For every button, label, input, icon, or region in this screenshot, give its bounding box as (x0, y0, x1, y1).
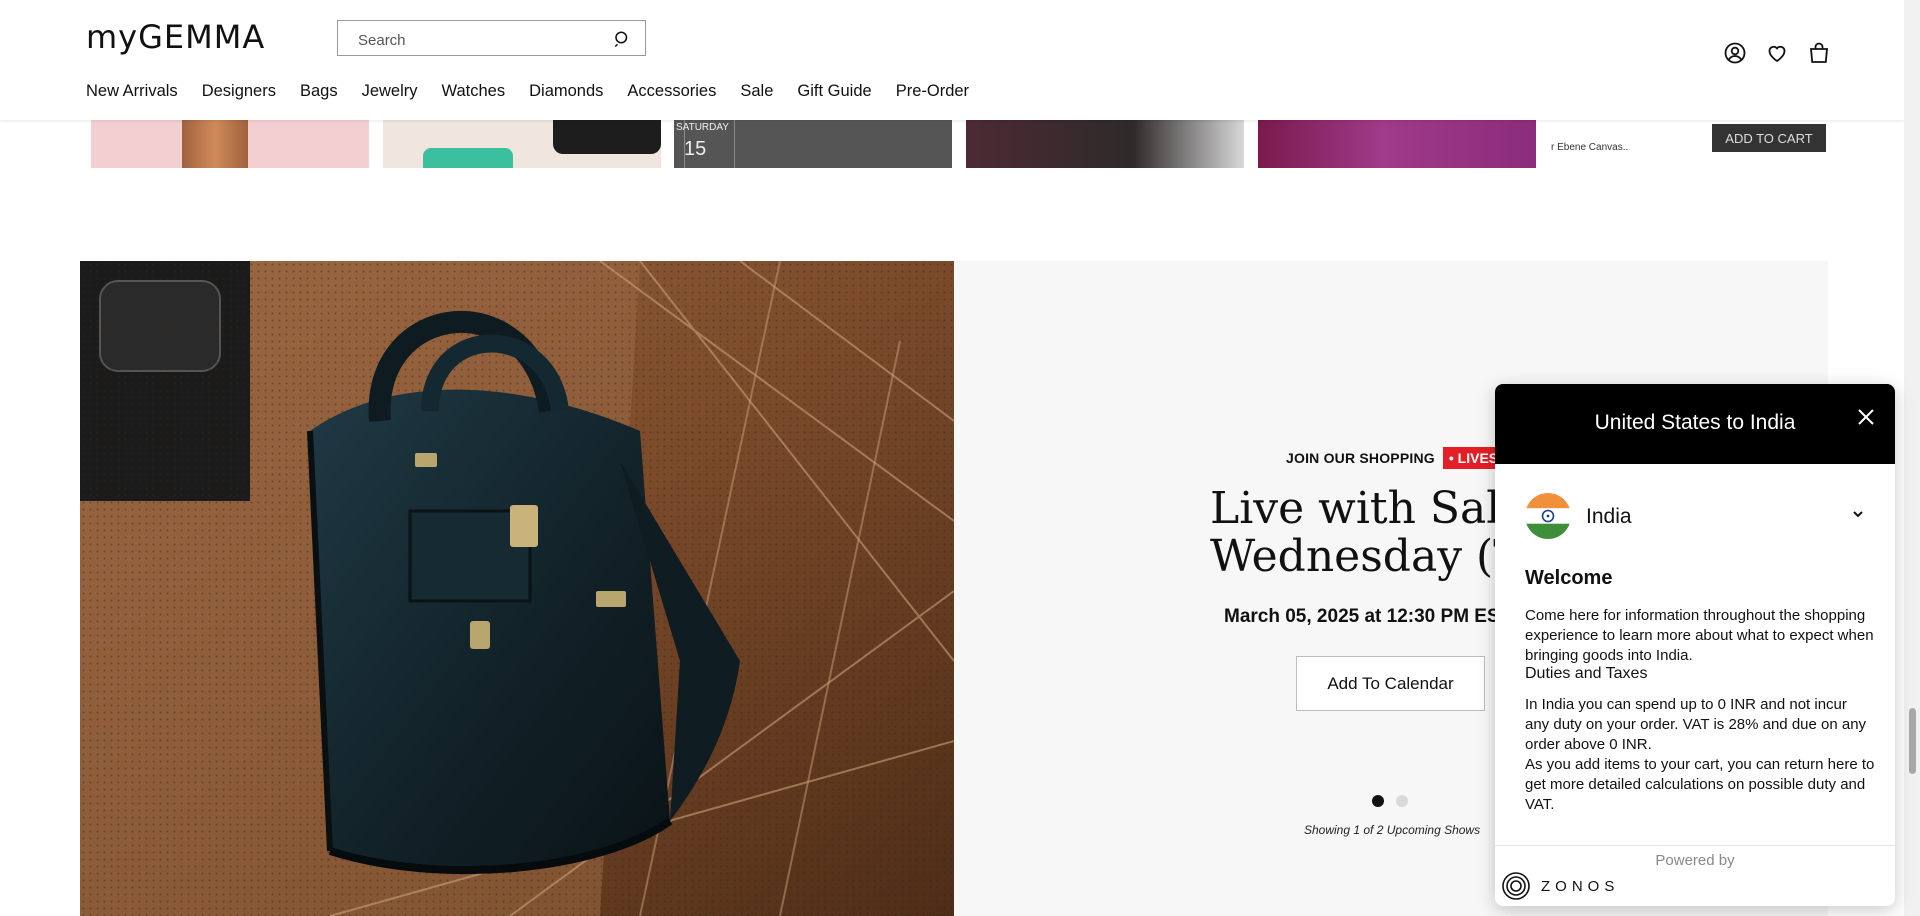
nav-jewelry[interactable]: Jewelry (362, 82, 418, 101)
show-title-line2: Wednesday (Tik (1210, 531, 1510, 581)
powered-by-label: Powered by (1655, 852, 1735, 869)
upcoming-shows-count: Showing 1 of 2 Upcoming Shows (1304, 823, 1481, 837)
nav-pre-order[interactable]: Pre-Order (896, 82, 969, 101)
duties-heading: Duties and Taxes (1525, 665, 1648, 682)
hero-bag-image (80, 261, 954, 916)
search-input[interactable] (356, 29, 610, 51)
join-shopping-label: JOIN OUR SHOPPING (1286, 450, 1435, 466)
zonos-welcome-modal: United States to India India Welcome Com… (1495, 384, 1895, 906)
thumbnail-purple-bag[interactable] (1258, 120, 1536, 168)
page-scrollbar[interactable] (1904, 0, 1920, 916)
shopping-bag-icon[interactable] (1807, 41, 1831, 65)
close-icon[interactable] (1857, 408, 1875, 426)
modal-footer: Powered by ZONOS (1495, 845, 1895, 906)
nav-watches[interactable]: Watches (442, 82, 506, 101)
nav-bags[interactable]: Bags (300, 82, 338, 101)
wishlist-heart-icon[interactable] (1765, 41, 1789, 65)
scrollbar-thumb[interactable] (1909, 708, 1916, 774)
show-date: March 05, 2025 at 12:30 PM EST (1224, 606, 1512, 627)
main-nav: New Arrivals Designers Bags Jewelry Watc… (86, 82, 993, 101)
india-flag-icon (1525, 493, 1571, 539)
search-icon[interactable] (613, 30, 631, 48)
thumbnail-wallets[interactable] (383, 120, 661, 168)
thumbnail-product-card[interactable]: r Ebene Canvas.. ADD TO CART (1549, 120, 1826, 168)
calendar-day-number: 15 (684, 138, 707, 160)
country-selector[interactable]: India (1525, 493, 1865, 539)
add-to-cart-mini-label: ADD TO CART (1725, 130, 1813, 146)
carousel-dot-1[interactable] (1372, 795, 1384, 807)
duties-text: In India you can spend up to 0 INR and n… (1525, 696, 1867, 753)
modal-header: United States to India (1495, 384, 1895, 464)
calendar-day-label: SATURDAY (676, 122, 729, 133)
product-card-text: r Ebene Canvas.. (1551, 142, 1629, 153)
site-header: myGEMMA New Arrivals Designers Bags Jewe… (0, 0, 1904, 120)
carousel-dots (1372, 795, 1408, 807)
add-to-calendar-button[interactable]: Add To Calendar (1296, 656, 1485, 711)
show-title: Live with Sabri Wednesday (Tik (1210, 485, 1510, 581)
modal-title: United States to India (1594, 411, 1796, 434)
chevron-down-icon (1853, 511, 1863, 518)
nav-gift-guide[interactable]: Gift Guide (797, 82, 871, 101)
nav-new-arrivals[interactable]: New Arrivals (86, 82, 178, 101)
nav-accessories[interactable]: Accessories (627, 82, 716, 101)
selected-country: India (1586, 505, 1632, 528)
nav-diamonds[interactable]: Diamonds (529, 82, 603, 101)
welcome-heading: Welcome (1525, 567, 1613, 589)
show-title-line1: Live with Sabri (1210, 485, 1510, 534)
thumbnail-watch[interactable] (91, 120, 369, 168)
add-to-calendar-label: Add To Calendar (1327, 673, 1454, 693)
site-logo[interactable]: myGEMMA (86, 18, 265, 56)
nav-designers[interactable]: Designers (202, 82, 276, 101)
carousel-dot-2[interactable] (1396, 795, 1408, 807)
thumbnail-calendar[interactable]: SATURDAY 15 (674, 120, 952, 168)
thumbnail-dark-bag[interactable] (966, 120, 1244, 168)
header-actions (1723, 41, 1831, 65)
hero-bag-illustration (80, 261, 954, 916)
account-icon[interactable] (1723, 41, 1747, 65)
zonos-wordmark: ZONOS (1541, 877, 1620, 895)
zonos-brand[interactable]: ZONOS (1501, 871, 1619, 901)
return-text: As you add items to your cart, you can r… (1525, 756, 1875, 813)
welcome-text: Come here for information throughout the… (1525, 607, 1874, 664)
nav-sale[interactable]: Sale (740, 82, 773, 101)
live-show-heading: JOIN OUR SHOPPING • LIVES (1286, 447, 1505, 469)
thumbnail-strip: SATURDAY 15 r Ebene Canvas.. ADD TO CART (0, 120, 1904, 168)
zonos-logo-icon (1502, 872, 1530, 900)
add-to-cart-mini[interactable]: ADD TO CART (1712, 124, 1826, 152)
search-box[interactable] (337, 20, 646, 56)
